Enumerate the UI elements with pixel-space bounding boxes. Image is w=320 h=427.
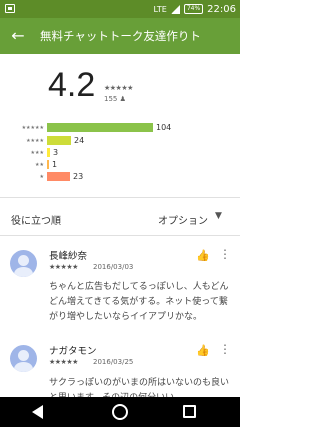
person-icon: ♟ <box>119 95 126 103</box>
review-stars: ★★★★★ <box>49 263 78 271</box>
histogram-count: 24 <box>74 136 85 145</box>
page-title: 無料チャットトーク友達作りト <box>40 29 201 43</box>
home-icon[interactable] <box>112 404 128 420</box>
signal-icon <box>170 4 180 14</box>
histogram-bar <box>47 160 49 169</box>
histogram-star-label: ★ <box>39 174 44 180</box>
avatar <box>10 345 37 372</box>
histogram-row: ★★★ 3 <box>0 147 240 157</box>
review-date: 2016/03/25 <box>93 358 134 366</box>
reviewer-name: ナガタモン <box>49 346 97 357</box>
thumbs-up-icon[interactable]: 👍 <box>196 249 210 262</box>
histogram-bar <box>47 148 50 157</box>
average-rating: 4.2 <box>48 66 96 104</box>
navigation-bar <box>0 397 240 427</box>
histogram-count: 3 <box>53 148 59 157</box>
histogram-row: ★★ 1 <box>0 159 240 169</box>
options-dropdown[interactable]: オプション <box>158 212 208 227</box>
histogram-count: 23 <box>73 172 84 181</box>
histogram-row: ★★★★ 24 <box>0 135 240 145</box>
histogram-bar <box>47 123 153 132</box>
notification-icon <box>5 4 15 13</box>
review-stars: ★★★★★ <box>49 358 78 366</box>
histogram-star-label: ★★★ <box>30 150 44 156</box>
histogram-star-label: ★★★★★ <box>21 125 44 131</box>
histogram-count: 1 <box>52 160 58 169</box>
reviewer-name: 長峰紗奈 <box>49 251 88 262</box>
total-reviews: 155 ♟ <box>104 95 126 103</box>
sort-dropdown[interactable]: 役に立つ順 <box>11 212 61 227</box>
histogram-bar <box>47 136 71 145</box>
more-vert-icon[interactable]: ⋮ <box>219 248 231 260</box>
clock: 22:06 <box>207 3 236 15</box>
network-label: LTE <box>153 4 167 14</box>
battery-indicator: 74% <box>183 4 204 14</box>
back-icon[interactable] <box>32 405 43 419</box>
histogram-star-label: ★★ <box>35 162 44 168</box>
review-text: ちゃんと広告もだしてるっぽいし、人もどんどん増えてきてる気がする。ネット使って繋… <box>49 282 229 322</box>
more-vert-icon[interactable]: ⋮ <box>219 343 231 355</box>
divider <box>0 235 240 236</box>
divider <box>0 197 240 198</box>
total-reviews-count: 155 <box>104 95 118 103</box>
recent-apps-icon[interactable] <box>183 405 196 418</box>
arrow-left-icon[interactable]: ← <box>8 26 28 46</box>
app-bar: ← 無料チャットトーク友達作りト <box>0 18 240 54</box>
status-icons: LTE 74% 22:06 <box>154 2 236 16</box>
thumbs-up-icon[interactable]: 👍 <box>196 344 210 357</box>
histogram-row: ★★★★★ 104 <box>0 122 240 132</box>
histogram-row: ★ 23 <box>0 171 240 181</box>
histogram-count: 104 <box>156 123 172 132</box>
review-date: 2016/03/03 <box>93 263 134 271</box>
avatar <box>10 250 37 277</box>
histogram-bar <box>47 172 70 181</box>
summary-stars: ★★★★★ <box>104 84 133 92</box>
chevron-down-icon[interactable]: ▼ <box>215 211 222 221</box>
review-text: サクラっぽいのがいまの所はいないのも良いと思います。その辺の何分いい <box>49 378 230 397</box>
status-bar: LTE 74% 22:06 <box>0 0 240 18</box>
histogram-star-label: ★★★★ <box>26 138 44 144</box>
